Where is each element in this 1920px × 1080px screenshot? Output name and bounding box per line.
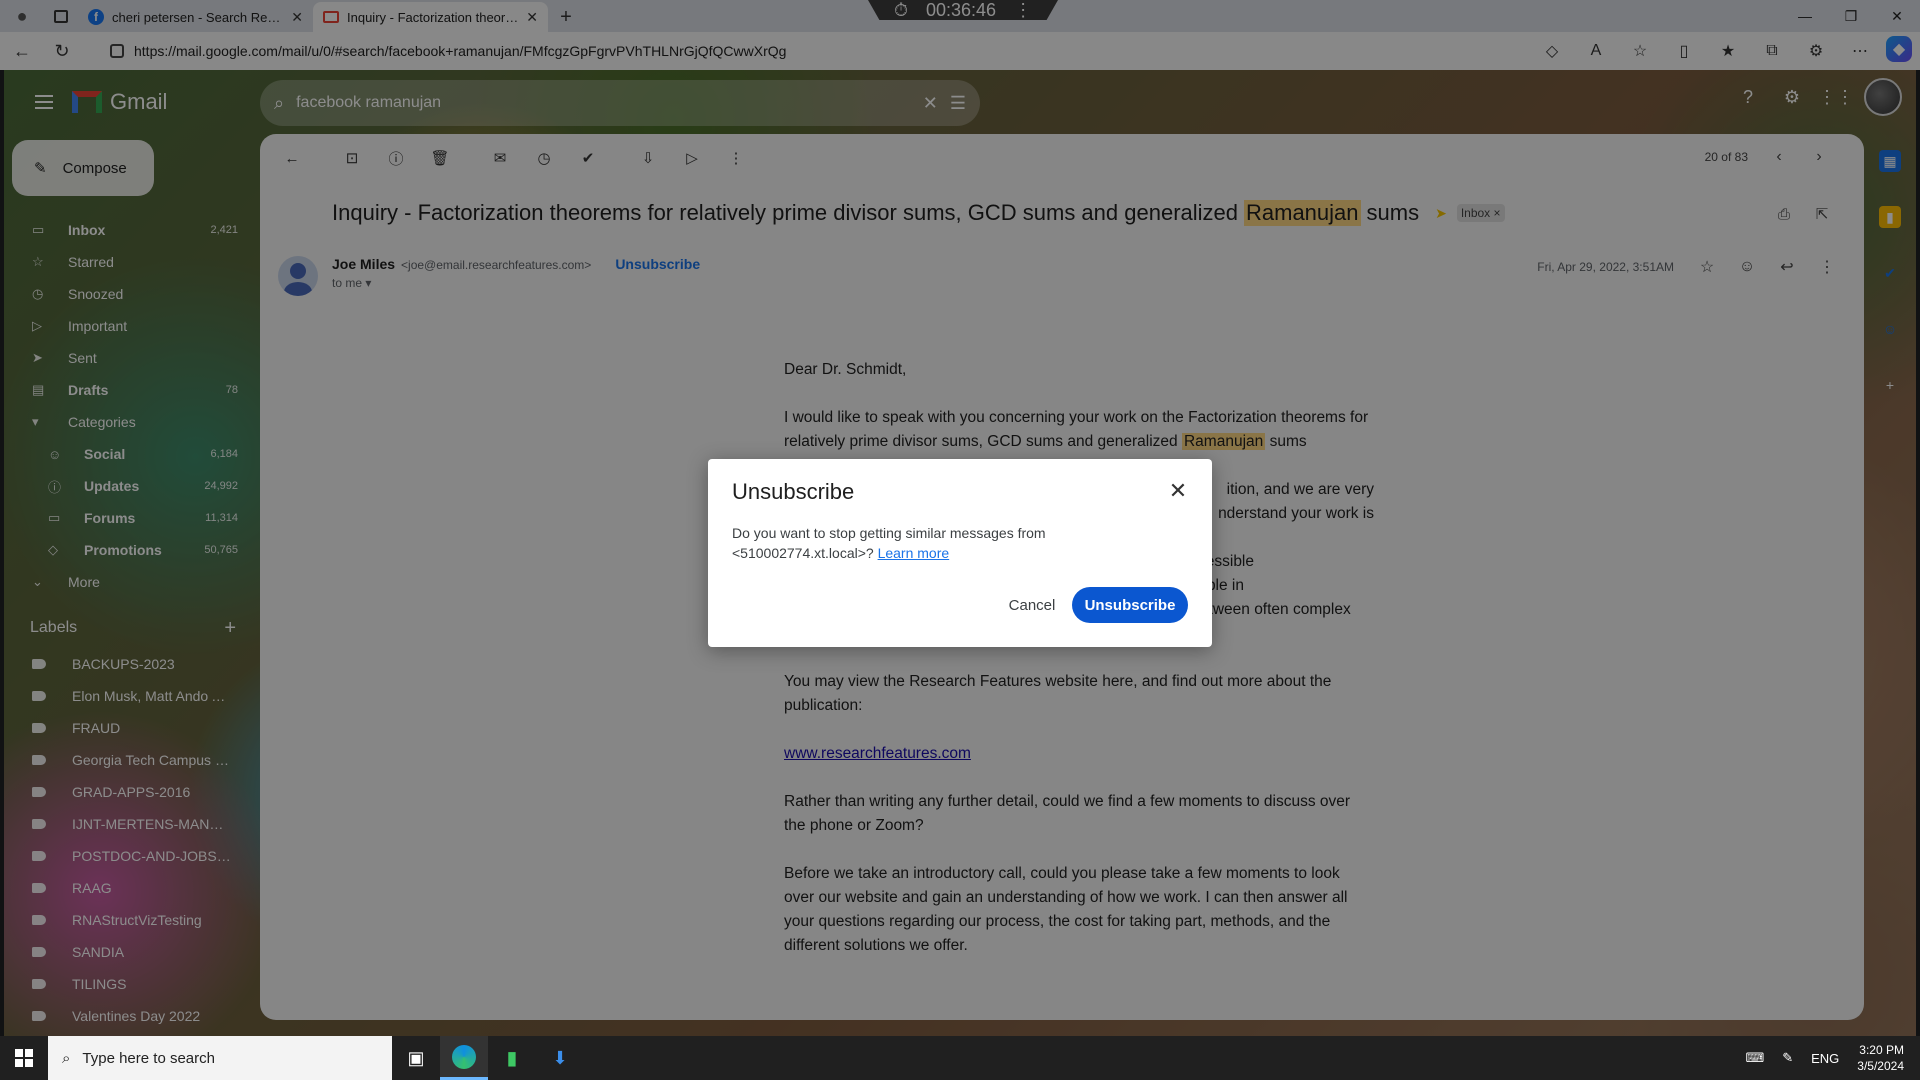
dialog-message: Do you want to stop getting similar mess… bbox=[732, 523, 1112, 563]
taskbar-search-placeholder: Type here to search bbox=[82, 1049, 215, 1067]
dialog-title: Unsubscribe bbox=[732, 479, 855, 504]
windows-logo-icon bbox=[15, 1049, 33, 1067]
language-indicator[interactable]: ENG bbox=[1811, 1051, 1839, 1066]
keyboard-icon[interactable]: ⌨ bbox=[1745, 1050, 1764, 1066]
green-app-icon[interactable]: ▮ bbox=[488, 1036, 536, 1080]
download-app-icon[interactable]: ⬇ bbox=[536, 1036, 584, 1080]
edge-browser-icon[interactable] bbox=[440, 1036, 488, 1080]
taskbar-search[interactable]: ⌕ Type here to search bbox=[48, 1036, 392, 1080]
clock-time: 3:20 PM bbox=[1859, 1043, 1904, 1057]
task-view-icon[interactable]: ▣ bbox=[392, 1036, 440, 1080]
close-icon[interactable]: ✕ bbox=[1166, 478, 1190, 503]
pen-icon[interactable]: ✎ bbox=[1782, 1050, 1793, 1066]
learn-more-link[interactable]: Learn more bbox=[878, 545, 950, 561]
system-tray: ⌨ ✎ ENG 3:20 PM 3/5/2024 bbox=[1745, 1042, 1904, 1074]
clock-date: 3/5/2024 bbox=[1857, 1059, 1904, 1073]
unsubscribe-button[interactable]: Unsubscribe bbox=[1072, 587, 1188, 623]
cancel-button[interactable]: Cancel bbox=[994, 587, 1070, 623]
windows-taskbar: ⌕ Type here to search ▣ ▮ ⬇ ⌨ ✎ ENG 3:20… bbox=[0, 1036, 1920, 1080]
start-button[interactable] bbox=[0, 1036, 48, 1080]
system-clock[interactable]: 3:20 PM 3/5/2024 bbox=[1857, 1042, 1904, 1074]
search-icon: ⌕ bbox=[62, 1049, 71, 1067]
unsubscribe-dialog: Unsubscribe ✕ Do you want to stop gettin… bbox=[708, 459, 1212, 647]
